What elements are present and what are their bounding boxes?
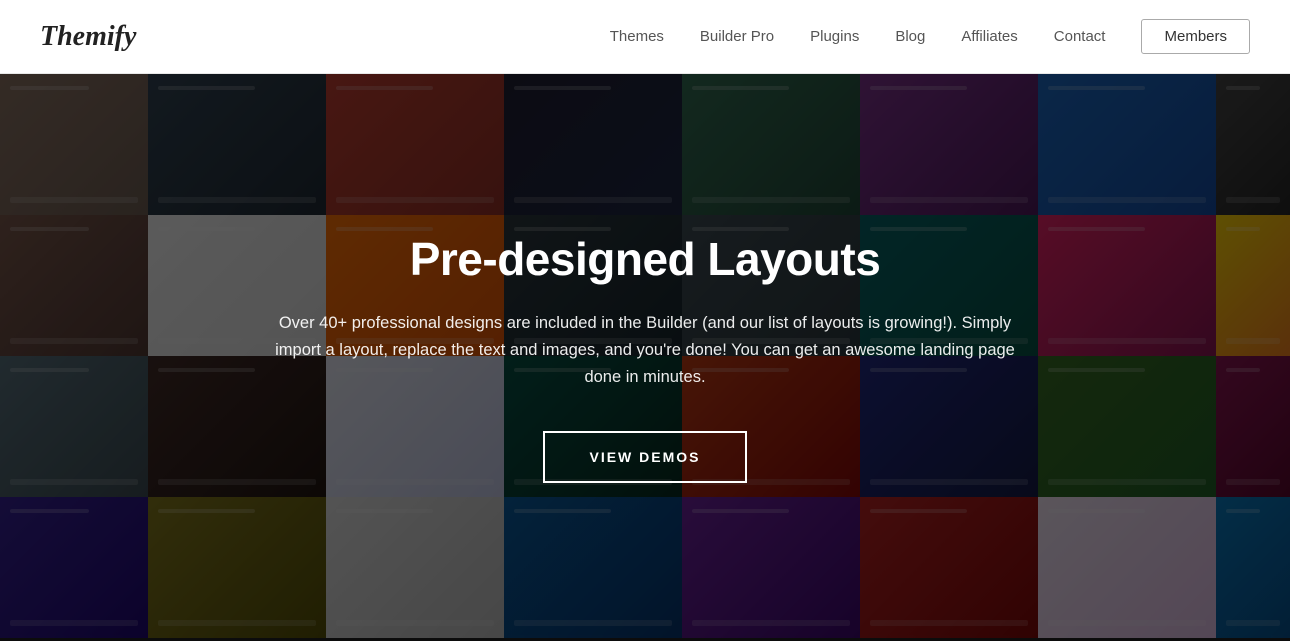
- nav-plugins[interactable]: Plugins: [810, 28, 859, 45]
- nav-blog[interactable]: Blog: [895, 28, 925, 45]
- header: Themify Themes Builder Pro Plugins Blog …: [0, 0, 1290, 74]
- nav-contact[interactable]: Contact: [1054, 28, 1106, 45]
- nav-affiliates[interactable]: Affiliates: [961, 28, 1017, 45]
- hero-description: Over 40+ professional designs are includ…: [255, 310, 1035, 392]
- nav-themes[interactable]: Themes: [610, 28, 664, 45]
- logo[interactable]: Themify: [40, 21, 136, 53]
- hero-title: Pre-designed Layouts: [255, 232, 1035, 286]
- main-nav: Themes Builder Pro Plugins Blog Affiliat…: [610, 19, 1250, 54]
- hero-section: Pre-designed Layouts Over 40+ profession…: [0, 74, 1290, 641]
- nav-builder-pro[interactable]: Builder Pro: [700, 28, 774, 45]
- members-button[interactable]: Members: [1141, 19, 1250, 54]
- view-demos-button[interactable]: VIEW DEMOS: [543, 431, 746, 483]
- hero-content: Pre-designed Layouts Over 40+ profession…: [235, 232, 1055, 484]
